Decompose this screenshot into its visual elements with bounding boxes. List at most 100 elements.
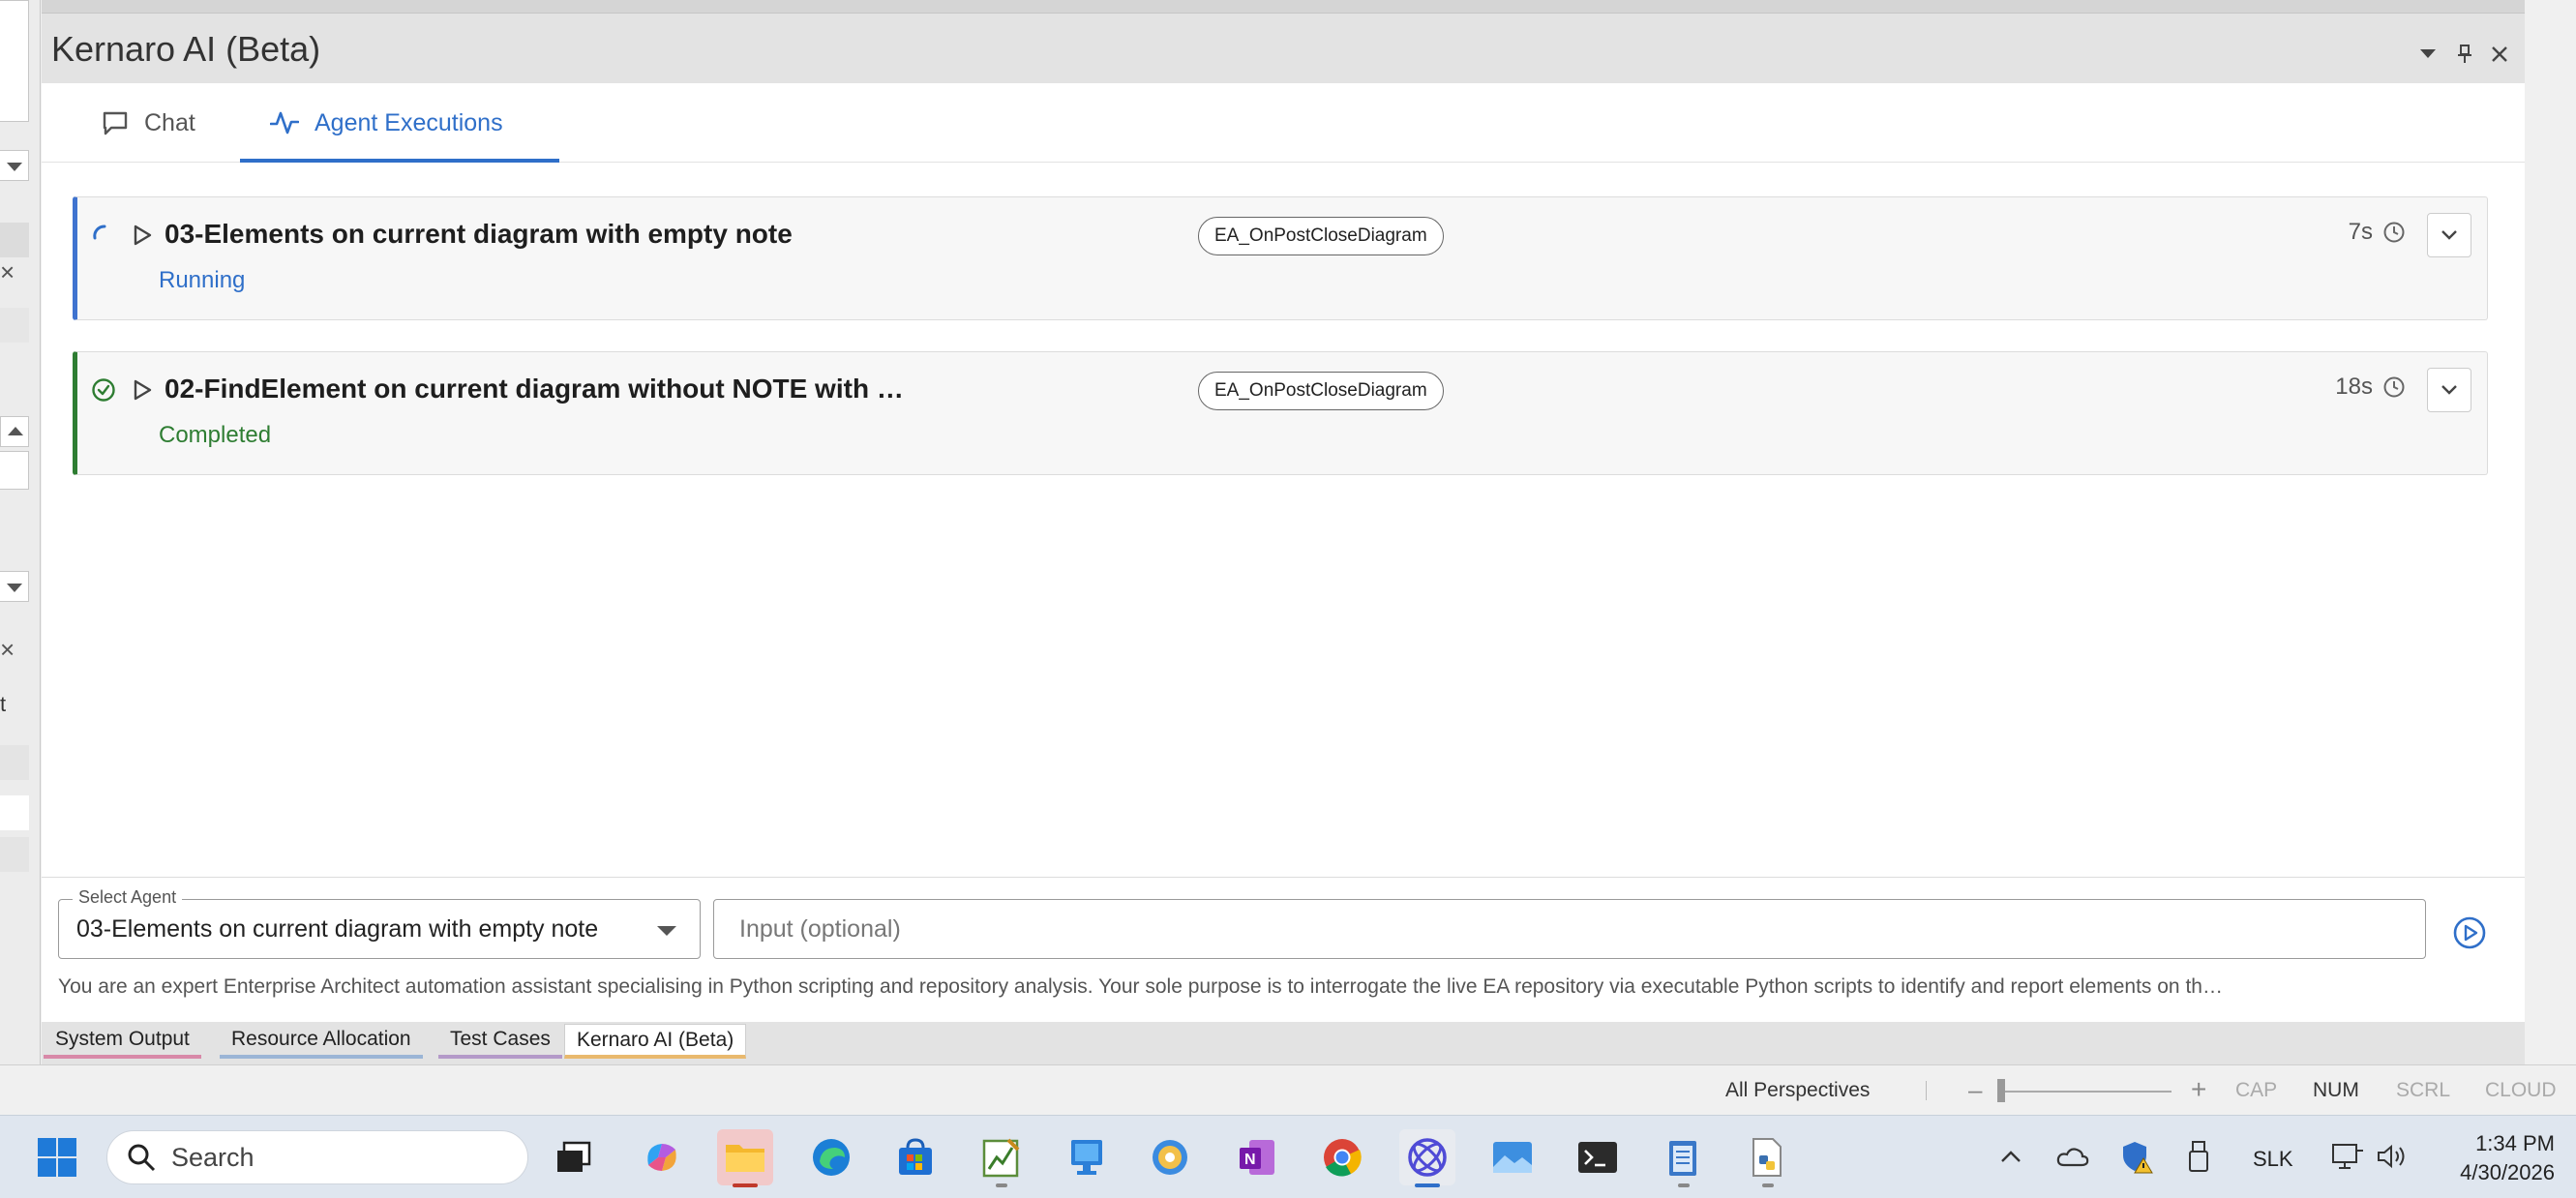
onenote-icon[interactable]: N [1229,1129,1285,1185]
windows-logo-icon [38,1138,76,1177]
python-file-icon[interactable] [1739,1129,1795,1187]
check-circle-icon [92,378,115,402]
kernaro-app-icon[interactable] [1399,1129,1455,1187]
compass-app-icon[interactable] [1142,1129,1198,1185]
remote-desktop-icon[interactable] [1059,1129,1115,1185]
chevron-up-icon [2001,1151,2021,1162]
terminal-icon[interactable] [1570,1129,1626,1185]
panel-title: Kernaro AI (Beta) [51,29,321,69]
expand-button[interactable] [2427,213,2471,257]
adjacent-panel-row [0,308,29,343]
status-separator [1926,1081,1927,1100]
perspective-selector[interactable]: All Perspectives [1725,1079,1870,1102]
taskbar-search[interactable]: Search [106,1130,528,1184]
tab-chat[interactable]: Chat [102,83,195,163]
agent-input-field[interactable] [713,899,2426,959]
caps-lock-indicator: CAP [2235,1079,2278,1101]
adjacent-panel-dropdown[interactable] [0,150,29,181]
volume-icon[interactable] [2371,1135,2413,1178]
tab-agent-executions[interactable]: Agent Executions [270,83,503,163]
select-agent-dropdown[interactable]: Select Agent 03-Elements on current diag… [58,887,701,959]
adjacent-panel-row [0,795,29,830]
adjacent-panel-text: t [0,692,7,716]
security-warning-icon[interactable] [2115,1135,2158,1178]
clock-icon [2383,222,2405,243]
tab-chat-label: Chat [144,108,195,136]
onedrive-icon[interactable] [2052,1135,2094,1178]
play-icon[interactable] [130,377,155,403]
store-icon[interactable] [887,1129,944,1185]
execution-title: 02-FindElement on current diagram withou… [165,374,904,404]
pin-icon[interactable] [2447,37,2482,72]
run-agent-button[interactable] [2451,914,2488,951]
caret-down-icon [657,926,676,936]
panel-top-scrollbar[interactable] [42,0,2525,14]
num-lock-indicator: NUM [2313,1079,2359,1101]
adjacent-panel-dropdown[interactable] [0,571,29,602]
search-icon [128,1144,156,1172]
loading-spinner-icon [93,225,106,240]
execution-status: Running [159,267,246,293]
close-icon[interactable] [2482,37,2517,72]
notepad-icon[interactable] [1655,1129,1711,1187]
input-language-indicator[interactable]: SLK [2253,1147,2293,1172]
start-button[interactable] [29,1129,85,1185]
event-chip: EA_OnPostCloseDiagram [1198,217,1444,255]
show-hidden-icons[interactable] [1990,1135,2032,1178]
clock-icon [2383,376,2405,398]
dock-tab-system-output[interactable]: System Output [44,1024,201,1059]
select-agent-value: 03-Elements on current diagram with empt… [76,915,599,943]
zoom-slider-thumb[interactable] [1997,1079,2005,1102]
dock-tab-resource-allocation[interactable]: Resource Allocation [220,1024,423,1059]
play-icon[interactable] [130,223,155,248]
select-agent-label: Select Agent [73,887,183,908]
scroll-lock-indicator: SCRL [2396,1079,2451,1101]
usb-device-icon[interactable] [2177,1135,2220,1178]
execution-title: 03-Elements on current diagram with empt… [165,219,793,249]
adjacent-panel-scroll-up[interactable] [0,416,29,447]
chat-icon [103,111,128,135]
duration-value: 18s [2335,374,2373,400]
photos-icon[interactable] [1484,1129,1541,1185]
execution-status: Completed [159,422,272,448]
chrome-icon[interactable] [1314,1129,1370,1185]
zoom-out-button[interactable]: – [1968,1075,1982,1105]
chevron-down-icon [2441,230,2457,240]
play-circle-icon [2453,916,2486,949]
kernaro-ai-panel: Kernaro AI (Beta) Chat Agent Executions [42,0,2525,1064]
taskbar-clock[interactable]: 1:34 PM 4/30/2026 [2429,1129,2555,1187]
adjacent-panel-field[interactable] [0,451,29,490]
adjacent-panel-row [0,745,29,780]
status-bar: All Perspectives – + CAP NUM SCRL CLOUD [0,1064,2576,1115]
panel-title-bar: Kernaro AI (Beta) [42,14,2525,83]
task-view-icon[interactable] [546,1129,602,1185]
adjacent-panel-close-icon[interactable]: × [0,637,23,662]
copilot-icon[interactable] [634,1129,690,1185]
network-icon[interactable] [2326,1135,2369,1178]
expand-button[interactable] [2427,368,2471,412]
chart-app-icon[interactable] [973,1129,1029,1187]
active-tab-indicator [240,159,559,163]
running-indicator [1762,1183,1774,1187]
activity-icon [270,111,299,135]
adjacent-panel-strip: × × t [0,0,41,1064]
edge-browser-icon[interactable] [803,1129,859,1185]
running-indicator [1415,1183,1440,1187]
zoom-in-button[interactable]: + [2191,1074,2206,1105]
agent-system-prompt: You are an expert Enterprise Architect a… [58,975,2223,998]
running-indicator [996,1183,1007,1187]
tab-agent-executions-label: Agent Executions [315,108,503,136]
execution-card[interactable]: 03-Elements on current diagram with empt… [73,196,2488,320]
adjacent-panel-field[interactable] [0,0,29,122]
execution-card[interactable]: 02-FindElement on current diagram withou… [73,351,2488,475]
dock-tab-kernaro-ai[interactable]: Kernaro AI (Beta) [564,1024,747,1059]
agent-input-area: Select Agent 03-Elements on current diag… [42,877,2525,1022]
running-indicator [733,1183,758,1187]
running-indicator [1678,1183,1690,1187]
file-explorer-icon[interactable] [717,1129,773,1187]
adjacent-panel-close-icon[interactable]: × [0,259,23,285]
zoom-slider-track[interactable] [2001,1091,2172,1093]
dock-tab-strip: System Output Resource Allocation Test C… [42,1022,2525,1064]
dock-tab-test-cases[interactable]: Test Cases [438,1024,562,1059]
panel-options-icon[interactable] [2411,37,2445,72]
